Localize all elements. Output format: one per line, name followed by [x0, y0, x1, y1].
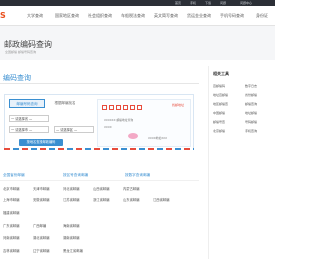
- nav-item-phone[interactable]: 手机号码查询: [220, 13, 244, 19]
- sidebar-item[interactable]: 地址百邮编: [213, 93, 228, 97]
- envelope-note: XXXX地址XXX: [148, 136, 168, 140]
- zip-digit-box: [123, 105, 128, 110]
- divider: [0, 180, 199, 181]
- list-item[interactable]: 海南省邮编: [63, 223, 79, 228]
- list-item[interactable]: 山东省邮编: [123, 197, 139, 202]
- zip-digit-box: [130, 105, 135, 110]
- tab-postcode-query[interactable]: 邮编号码查询: [9, 99, 45, 108]
- list-item[interactable]: 安徽省邮编: [33, 197, 49, 202]
- zip-digit-box: [137, 105, 142, 110]
- zip-digit-box: [102, 105, 107, 110]
- sidebar-title: 相关工具: [213, 71, 229, 76]
- airmail-stripe-bottom: [4, 148, 194, 150]
- envelope-preview: 找邮地址 XXXXXX 邮编地址查询 XXXX XXXX地址XXX: [97, 99, 191, 147]
- list-item[interactable]: 山西省邮编: [93, 186, 109, 191]
- district-select[interactable]: — 请选择区 —: [54, 126, 94, 133]
- list-item[interactable]: 江西省邮编: [153, 197, 169, 202]
- site-logo[interactable]: S: [0, 11, 6, 20]
- nav-item-tax[interactable]: 车船税法查询: [121, 13, 145, 19]
- topbar-link-faq[interactable]: 问题: [220, 1, 226, 5]
- list-item[interactable]: 河南省邮编: [3, 235, 19, 240]
- nav-item-id[interactable]: 身份证: [256, 13, 268, 19]
- main-nav: S 大学查询 国家地区查询 社会组织查询 车船税法查询 英文简写查询 货运金业查…: [0, 6, 275, 26]
- list-item[interactable]: 湖北省邮编: [33, 235, 49, 240]
- list-item[interactable]: 河北省邮编: [63, 186, 79, 191]
- topbar-link-help[interactable]: 问题中心: [240, 1, 252, 5]
- list-title-areacode: 按区号查询邮编: [63, 173, 89, 177]
- nav-item-region[interactable]: 国家地区查询: [55, 13, 79, 19]
- topbar-link-download[interactable]: 下载: [205, 1, 211, 5]
- list-item[interactable]: 江苏省邮编: [63, 197, 79, 202]
- list-item[interactable]: 浙江省邮编: [93, 197, 109, 202]
- page-subtitle: 全国邮编 邮编号码查询: [5, 50, 36, 54]
- query-card: 邮编号码查询 根据邮编找名 一 请选择省 — 一 请选择市 — — 请选择区 —…: [4, 94, 194, 150]
- find-address-link[interactable]: 找邮地址: [172, 103, 184, 107]
- section-title: 编码查询: [3, 74, 31, 82]
- zip-digit-box: [116, 105, 121, 110]
- nav-item-abbr[interactable]: 英文简写查询: [154, 13, 178, 19]
- sidebar: 相关工具 百邮编码 数字日志 地址百邮编 省份邮编 地区邮编查 邮编查询 中国邮…: [208, 66, 275, 259]
- nav-item-university[interactable]: 大学查询: [27, 13, 43, 19]
- sidebar-item[interactable]: 地址邮编: [245, 111, 257, 115]
- nav-item-social[interactable]: 社会组织查询: [88, 13, 112, 19]
- sidebar-item[interactable]: 中国邮编: [213, 111, 225, 115]
- envelope-note: XXXXXX 邮编地址查询: [104, 118, 134, 122]
- sidebar-item[interactable]: 地区邮编查: [213, 102, 228, 106]
- list-item[interactable]: 广东省邮编: [3, 223, 19, 228]
- sidebar-item[interactable]: 号码邮编: [245, 120, 257, 124]
- list-title-provinces: 全国省份邮编: [3, 173, 25, 177]
- query-button[interactable]: 按地名查找邮政编码: [19, 139, 63, 146]
- list-item[interactable]: 吉林省邮编: [3, 248, 19, 253]
- sidebar-item[interactable]: 数字日志: [245, 84, 257, 88]
- list-item[interactable]: 广西邮编: [33, 223, 46, 228]
- tab-reverse-query[interactable]: 根据邮编找名: [45, 99, 85, 108]
- topbar-link-home[interactable]: 首页: [175, 1, 181, 5]
- sidebar-item[interactable]: 邮编查询: [245, 102, 257, 106]
- list-item[interactable]: 上海市邮编: [3, 197, 19, 202]
- city-select[interactable]: 一 请选择市 —: [9, 126, 49, 133]
- sidebar-item[interactable]: 省份邮编: [245, 93, 257, 97]
- stamp-icon: [128, 133, 138, 139]
- province-select[interactable]: 一 请选择省 —: [9, 115, 49, 122]
- envelope-note: XXXX: [104, 125, 112, 129]
- divider: [0, 83, 199, 84]
- topbar-link-mobile[interactable]: 手机: [190, 1, 196, 5]
- list-title-digits: 按数字查询邮编: [125, 173, 151, 177]
- sidebar-item[interactable]: 手机查询: [245, 129, 257, 133]
- sidebar-item[interactable]: 百邮编码: [213, 84, 225, 88]
- list-item[interactable]: 辽宁省邮编: [33, 248, 49, 253]
- zip-digit-box: [109, 105, 114, 110]
- list-item[interactable]: 天津市邮编: [33, 186, 49, 191]
- list-item[interactable]: 湖南省邮编: [63, 235, 79, 240]
- page-header: 邮政编码查询 全国邮编 邮编号码查询: [0, 26, 275, 60]
- list-item[interactable]: 内蒙古邮编: [123, 186, 139, 191]
- postcode-lists: 全国省份邮编 按区号查询邮编 按数字查询邮编 北京市邮编 天津市邮编 河北省邮编…: [0, 170, 199, 259]
- nav-item-freight[interactable]: 货运金业查询: [187, 13, 211, 19]
- list-item[interactable]: 北京市邮编: [3, 186, 19, 191]
- list-item[interactable]: 黑龙江省邮编: [63, 248, 83, 253]
- page-title: 邮政编码查询: [4, 40, 52, 49]
- sidebar-item[interactable]: 北京邮编: [213, 129, 225, 133]
- sidebar-item[interactable]: 邮编号查: [213, 120, 225, 124]
- list-item[interactable]: 福建省邮编: [3, 210, 19, 215]
